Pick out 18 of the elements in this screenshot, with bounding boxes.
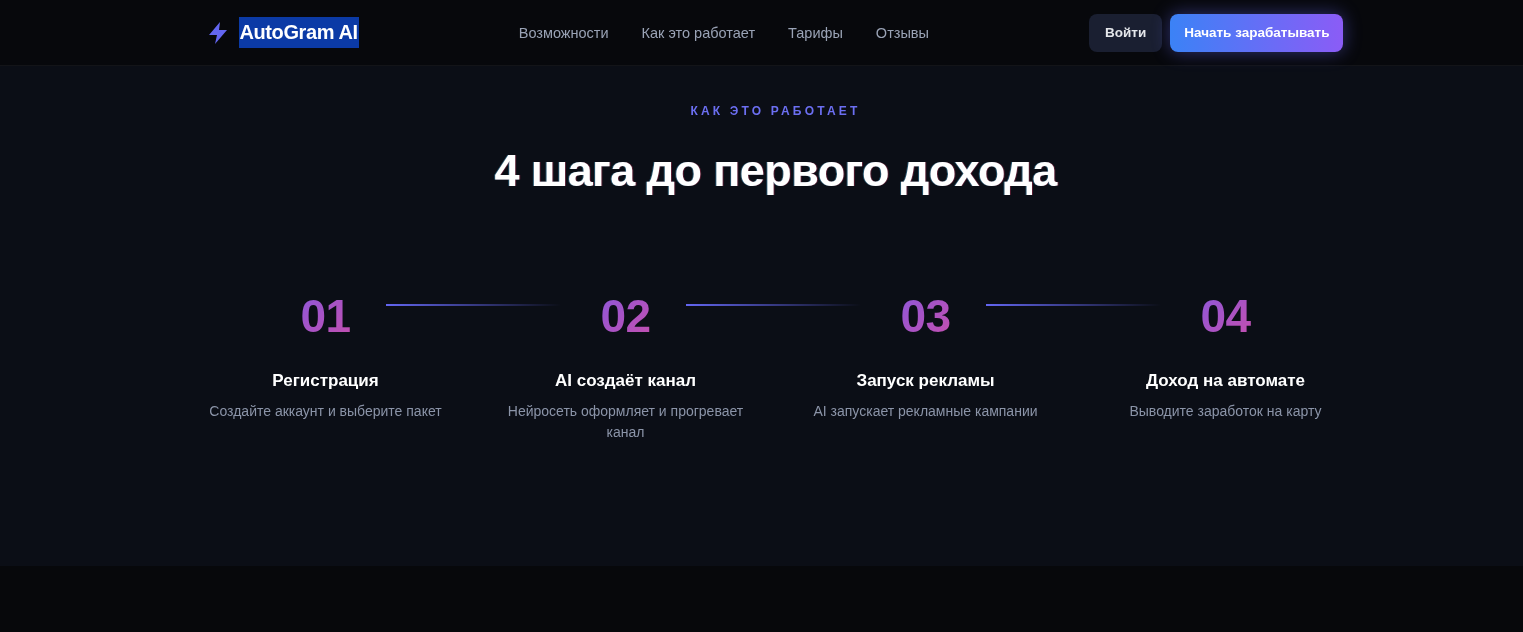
nav-link[interactable]: Отзывы bbox=[875, 24, 929, 41]
start-earning-button[interactable]: Начать зарабатывать bbox=[1170, 13, 1344, 52]
step-title: Запуск рекламы bbox=[856, 371, 995, 391]
nav-link[interactable]: Как это работает bbox=[641, 24, 756, 41]
step-title: Регистрация bbox=[272, 371, 379, 391]
step-title: AI создаёт канал bbox=[555, 371, 696, 391]
section-title: 4 шага до первого дохода bbox=[494, 145, 1057, 197]
lightning-bolt-icon bbox=[207, 21, 228, 44]
step-title: Доход на автомате bbox=[1146, 371, 1305, 391]
nav-link[interactable]: Тарифы bbox=[788, 24, 843, 41]
step-description: Создайте аккаунт и выберите пакет bbox=[209, 402, 442, 421]
step-description: Выводите заработок на карту bbox=[1129, 402, 1322, 421]
login-button[interactable]: Войти bbox=[1089, 13, 1163, 52]
nav-link[interactable]: Возможности bbox=[518, 24, 609, 41]
step-description: AI запускает рекламные кампании bbox=[813, 402, 1038, 421]
section-eyebrow: КАК ЭТО РАБОТАЕТ bbox=[690, 103, 861, 120]
logo-text[interactable]: AutoGram AI bbox=[238, 17, 359, 48]
step-description: Нейросеть оформляет и прогревает канал bbox=[506, 402, 745, 442]
